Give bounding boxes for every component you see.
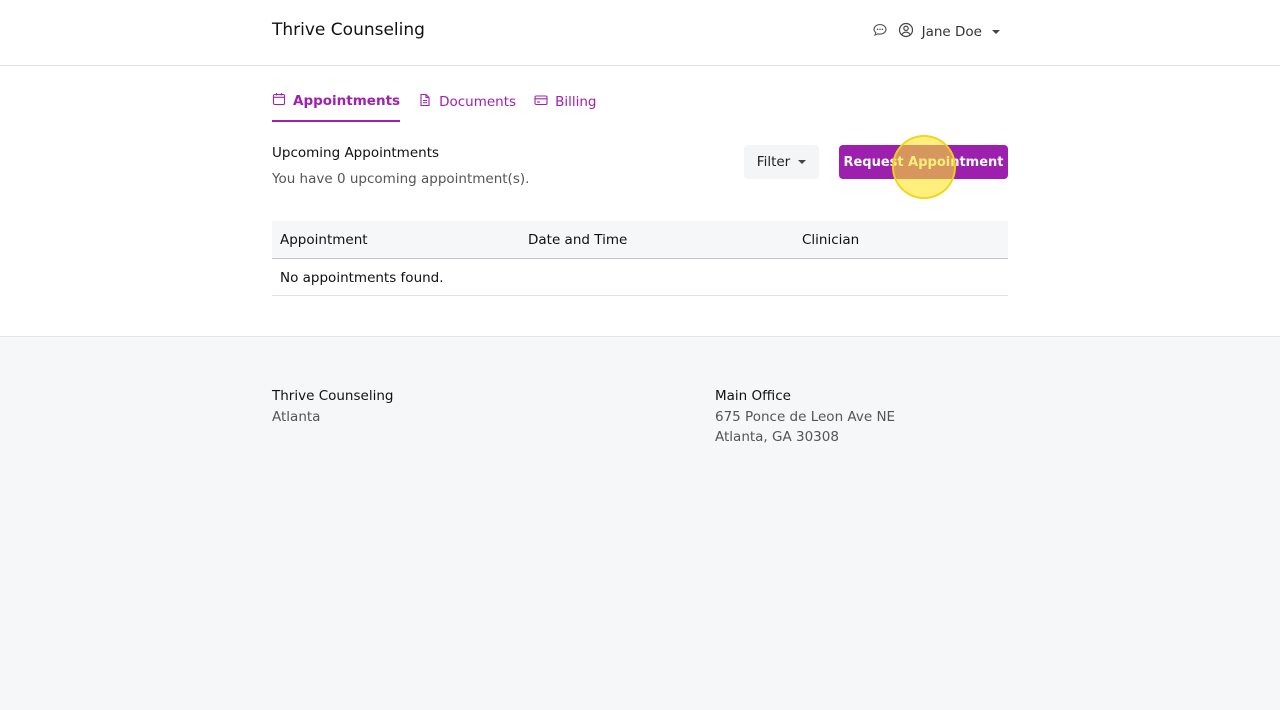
user-menu-toggle[interactable]: Jane Doe [898,22,1000,42]
tab-documents[interactable]: Documents [418,92,516,122]
footer-office-address: 675 Ponce de Leon Ave NE [715,408,896,425]
user-name: Jane Doe [921,24,982,40]
table-row: No appointments found. [272,259,1008,296]
column-header-date-time: Date and Time [528,232,628,248]
request-appointment-button[interactable]: Request Appointment [839,145,1008,179]
caret-down-icon [992,30,1000,34]
column-header-clinician: Clinician [802,232,860,248]
section-title: Upcoming Appointments [272,145,440,161]
column-header-appointment: Appointment [280,232,368,248]
chat-icon[interactable] [872,22,888,42]
chevron-down-icon [798,160,807,164]
footer-practice-info: Thrive Counseling Atlanta [272,386,393,427]
top-navbar: Thrive Counseling Jane Doe [0,0,1280,66]
tab-billing[interactable]: Billing [534,92,596,122]
portal-tabs: Appointments Documents Billing [272,92,596,122]
filter-label: Filter [756,154,791,170]
filter-dropdown-button[interactable]: Filter [744,145,819,179]
empty-state-message: No appointments found. [280,270,444,286]
credit-card-icon [534,93,548,111]
tab-appointments[interactable]: Appointments [272,92,401,122]
footer-practice-name: Thrive Counseling [272,388,394,404]
header-actions: Jane Doe [872,22,1000,42]
appointments-table: Appointment Date and Time Clinician No a… [272,221,1008,296]
calendar-icon [272,92,286,110]
tab-appointments-label: Appointments [293,93,401,109]
appointment-count-text: You have 0 upcoming appointment(s). [272,171,530,187]
footer-office-title: Main Office [715,388,791,404]
brand-name[interactable]: Thrive Counseling [272,20,425,40]
tab-documents-label: Documents [439,94,517,110]
main-content: Appointments Documents Billing Upcoming … [0,66,1280,337]
document-icon [418,93,432,111]
tab-billing-label: Billing [555,94,597,110]
user-circle-icon [898,22,914,42]
footer-office-info: Main Office 675 Ponce de Leon Ave NE Atl… [715,386,895,448]
footer-office-city-zip: Atlanta, GA 30308 [715,429,839,445]
table-header: Appointment Date and Time Clinician [272,221,1008,259]
footer-practice-city: Atlanta [272,408,321,425]
